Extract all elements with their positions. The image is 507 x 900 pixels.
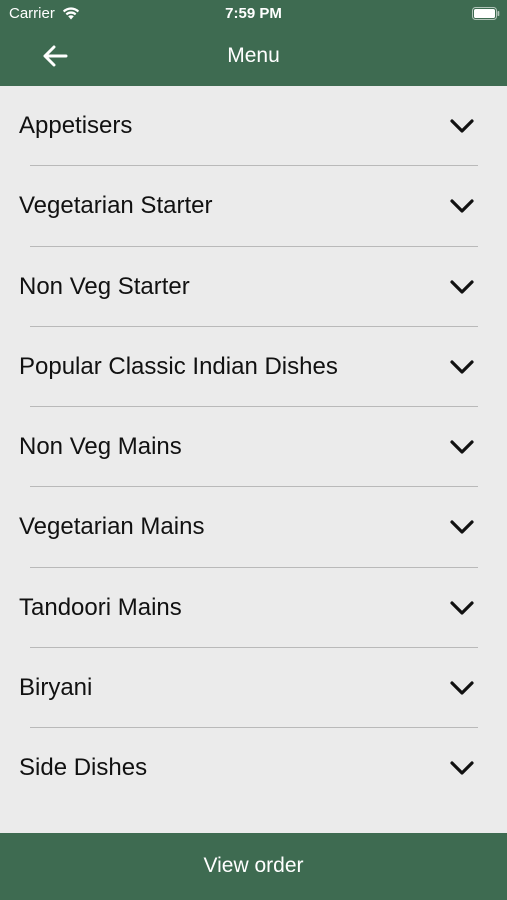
menu-category-popular-classic-indian-dishes[interactable]: Popular Classic Indian Dishes	[0, 327, 507, 408]
status-bar: Carrier 7:59 PM	[0, 0, 507, 28]
menu-category-non-veg-mains[interactable]: Non Veg Mains	[0, 407, 507, 488]
menu-category-label: Tandoori Mains	[19, 593, 182, 621]
menu-category-list: Appetisers Vegetarian Starter Non Veg St…	[0, 86, 507, 809]
chevron-down-icon[interactable]	[449, 759, 475, 777]
chevron-down-icon[interactable]	[449, 679, 475, 697]
page-title: Menu	[227, 44, 280, 67]
menu-category-label: Side Dishes	[19, 754, 148, 782]
menu-category-label: Popular Classic Indian Dishes	[19, 352, 338, 380]
chevron-down-icon[interactable]	[449, 599, 475, 617]
menu-category-tandoori-mains[interactable]: Tandoori Mains	[0, 568, 507, 649]
view-order-button[interactable]: View order	[0, 833, 507, 900]
nav-bar: Menu	[0, 28, 507, 86]
menu-category-label: Vegetarian Starter	[19, 192, 213, 220]
menu-category-non-veg-starter[interactable]: Non Veg Starter	[0, 247, 507, 327]
chevron-down-icon[interactable]	[449, 278, 475, 296]
menu-category-label: Biryani	[19, 674, 93, 702]
status-time: 7:59 PM	[225, 5, 282, 22]
menu-category-label: Appetisers	[19, 112, 133, 139]
chevron-down-icon[interactable]	[449, 358, 475, 376]
menu-category-label: Non Veg Starter	[19, 272, 190, 300]
chevron-down-icon[interactable]	[449, 438, 475, 456]
chevron-down-icon[interactable]	[449, 197, 475, 215]
view-order-label: View order	[203, 854, 304, 877]
chevron-down-icon[interactable]	[449, 518, 475, 536]
menu-category-label: Non Veg Mains	[19, 433, 182, 461]
battery-icon	[472, 7, 500, 20]
menu-category-label: Vegetarian Mains	[19, 513, 205, 541]
menu-category-vegetarian-starter[interactable]: Vegetarian Starter	[0, 166, 507, 247]
app-header: Carrier 7:59 PM Menu	[0, 0, 507, 86]
menu-category-appetisers[interactable]: Appetisers	[0, 86, 507, 167]
menu-category-side-dishes[interactable]: Side Dishes	[0, 728, 507, 808]
menu-category-biryani[interactable]: Biryani	[0, 648, 507, 729]
menu-category-vegetarian-mains[interactable]: Vegetarian Mains	[0, 487, 507, 568]
chevron-down-icon[interactable]	[449, 117, 475, 135]
